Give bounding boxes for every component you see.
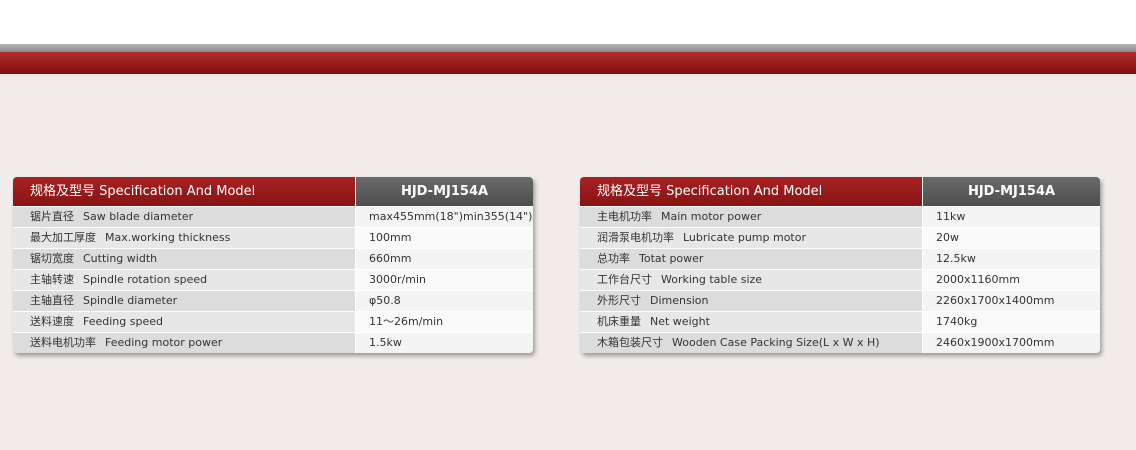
row-label-en: Spindle rotation speed [83, 273, 208, 286]
row-label-en: Main motor power [661, 210, 762, 223]
row-label-cn: 润滑泵电机功率 [597, 231, 674, 244]
table-row: 润滑泵电机功率 Lubricate pump motor 20w [580, 227, 1100, 248]
table-row: 主电机功率 Main motor power 11kw [580, 206, 1100, 227]
table-row: 锯片直径 Saw blade diameter max455mm(18")min3… [13, 206, 533, 227]
row-value: 2260x1700x1400mm [922, 291, 1100, 311]
row-label-en: Feeding motor power [105, 336, 223, 349]
row-label-en: Working table size [661, 273, 763, 286]
row-label-cn: 木箱包装尺寸 [597, 336, 663, 349]
row-label: 主电机功率 Main motor power [580, 207, 922, 227]
row-label: 总功率 Totat power [580, 249, 922, 269]
table-row: 机床重量 Net weight 1740kg [580, 311, 1100, 332]
table-row: 锯切宽度 Cutting width 660mm [13, 248, 533, 269]
row-value: 2000x1160mm [922, 270, 1100, 290]
table-body: 锯片直径 Saw blade diameter max455mm(18")min3… [13, 206, 533, 353]
header-model-label: HJD-MJ154A [355, 177, 533, 206]
row-label: 机床重量 Net weight [580, 312, 922, 332]
row-label-cn: 送料电机功率 [30, 336, 96, 349]
header-model-label: HJD-MJ154A [922, 177, 1100, 206]
row-label-en: Spindle diameter [83, 294, 178, 307]
row-value: 3000r/min [355, 270, 533, 290]
row-label-en: Wooden Case Packing Size(L x W x H) [672, 336, 880, 349]
row-label-cn: 工作台尺寸 [597, 273, 652, 286]
row-label-cn: 送料速度 [30, 315, 74, 328]
row-value: 1740kg [922, 312, 1100, 332]
table-row: 送料电机功率 Feeding motor power 1.5kw [13, 332, 533, 353]
row-label: 锯切宽度 Cutting width [13, 249, 355, 269]
row-label: 木箱包装尺寸 Wooden Case Packing Size(L x W x H… [580, 333, 922, 353]
row-label-en: Net weight [650, 315, 710, 328]
row-label-cn: 锯片直径 [30, 210, 74, 223]
row-label-cn: 机床重量 [597, 315, 641, 328]
table-row: 最大加工厚度 Max.working thickness 100mm [13, 227, 533, 248]
table-row: 送料速度 Feeding speed 11～26m/min [13, 311, 533, 332]
row-label: 主轴转速 Spindle rotation speed [13, 270, 355, 290]
row-label-cn: 主电机功率 [597, 210, 652, 223]
table-row: 总功率 Totat power 12.5kw [580, 248, 1100, 269]
row-value: 1.5kw [355, 333, 533, 353]
row-label-cn: 最大加工厚度 [30, 231, 96, 244]
table-row: 木箱包装尺寸 Wooden Case Packing Size(L x W x H… [580, 332, 1100, 353]
row-label-cn: 锯切宽度 [30, 252, 74, 265]
row-label-en: Dimension [650, 294, 709, 307]
row-label: 送料电机功率 Feeding motor power [13, 333, 355, 353]
header-spec-label: 规格及型号 Specification And Model [13, 177, 355, 206]
row-label: 最大加工厚度 Max.working thickness [13, 228, 355, 248]
table-row: 工作台尺寸 Working table size 2000x1160mm [580, 269, 1100, 290]
table-row: 主轴直径 Spindle diameter φ50.8 [13, 290, 533, 311]
row-label: 锯片直径 Saw blade diameter [13, 207, 355, 227]
header-spec-label: 规格及型号 Specification And Model [580, 177, 922, 206]
table-header: 规格及型号 Specification And Model HJD-MJ154A [13, 177, 533, 206]
row-label-en: Totat power [639, 252, 704, 265]
row-label: 主轴直径 Spindle diameter [13, 291, 355, 311]
row-value: 11～26m/min [355, 312, 533, 332]
top-white-area [0, 0, 1136, 44]
spec-table-left: 规格及型号 Specification And Model HJD-MJ154A… [13, 177, 533, 353]
row-value: 12.5kw [922, 249, 1100, 269]
grey-stripe [0, 44, 1136, 52]
row-label-cn: 总功率 [597, 252, 630, 265]
row-label-en: Saw blade diameter [83, 210, 194, 223]
row-value: 100mm [355, 228, 533, 248]
row-value: φ50.8 [355, 291, 533, 311]
table-body: 主电机功率 Main motor power 11kw 润滑泵电机功率 Lubric… [580, 206, 1100, 353]
row-label-cn: 主轴转速 [30, 273, 74, 286]
row-label: 工作台尺寸 Working table size [580, 270, 922, 290]
row-value: 11kw [922, 207, 1100, 227]
row-label: 外形尺寸 Dimension [580, 291, 922, 311]
table-row: 外形尺寸 Dimension 2260x1700x1400mm [580, 290, 1100, 311]
row-label-en: Feeding speed [83, 315, 163, 328]
row-value: 20w [922, 228, 1100, 248]
row-label-cn: 外形尺寸 [597, 294, 641, 307]
row-label: 润滑泵电机功率 Lubricate pump motor [580, 228, 922, 248]
spec-table-right: 规格及型号 Specification And Model HJD-MJ154A… [580, 177, 1100, 353]
row-label: 送料速度 Feeding speed [13, 312, 355, 332]
red-band [0, 52, 1136, 74]
table-header: 规格及型号 Specification And Model HJD-MJ154A [580, 177, 1100, 206]
table-row: 主轴转速 Spindle rotation speed 3000r/min [13, 269, 533, 290]
row-value: 2460x1900x1700mm [922, 333, 1100, 353]
row-value: max455mm(18")min355(14") [355, 207, 533, 227]
row-label-en: Cutting width [83, 252, 158, 265]
row-label-cn: 主轴直径 [30, 294, 74, 307]
row-value: 660mm [355, 249, 533, 269]
row-label-en: Max.working thickness [105, 231, 231, 244]
row-label-en: Lubricate pump motor [683, 231, 806, 244]
